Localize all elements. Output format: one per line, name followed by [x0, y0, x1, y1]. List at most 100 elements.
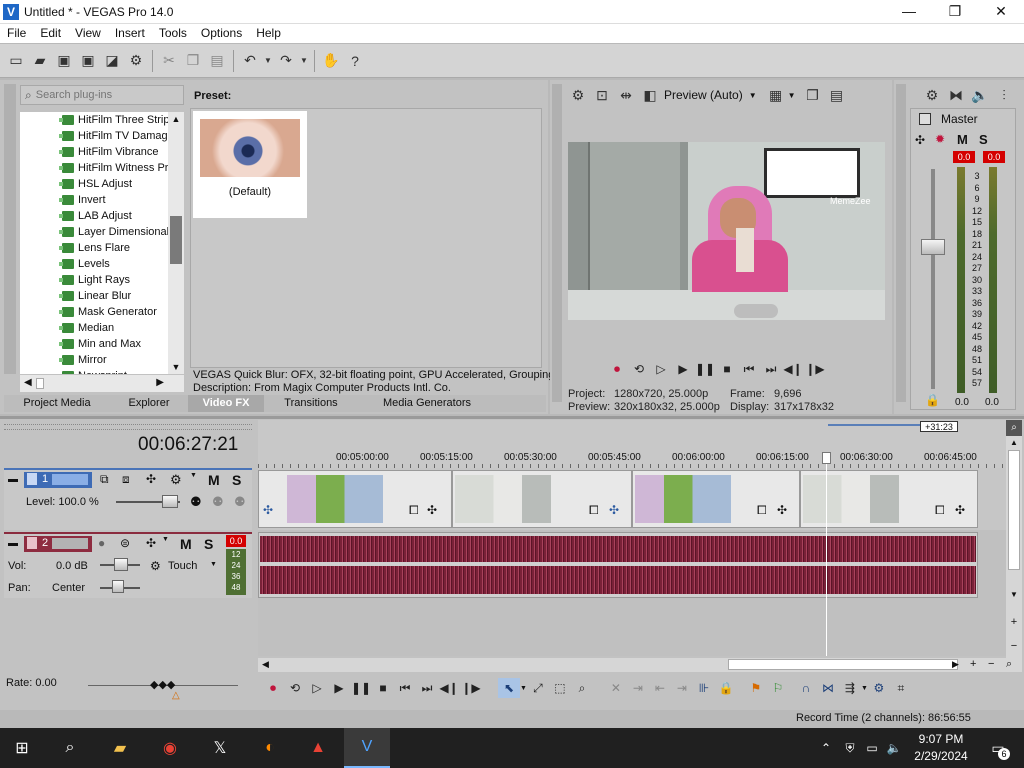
go-to-start-icon[interactable]: ⏮ [738, 359, 760, 379]
master-solo-button[interactable]: S [979, 132, 988, 147]
plugin-list-item[interactable]: HitFilm Vibrance [20, 144, 168, 160]
go-to-end-icon[interactable]: ⏭ [760, 359, 782, 379]
preset-default-thumb[interactable]: (Default) [193, 111, 307, 218]
event-fx-icon[interactable]: ✣ [427, 503, 437, 517]
save-as-icon[interactable]: ▣ [77, 50, 99, 72]
panel-gripper[interactable] [4, 84, 16, 374]
event-fx-icon[interactable]: ✣ [263, 503, 273, 517]
x-twitter-icon[interactable]: 𝕏 [206, 734, 234, 762]
track-fx-icon[interactable]: ✣ [146, 472, 156, 486]
explorer-hand-icon[interactable]: ✋ [320, 50, 342, 72]
loop-playback-icon[interactable]: ⟲ [284, 678, 306, 698]
track-motion-icon[interactable]: ⧈ [122, 472, 130, 487]
overlays-grid-icon[interactable]: ▦ [765, 84, 787, 106]
save-icon[interactable]: ▣ [53, 50, 75, 72]
maximize-button[interactable]: ❐ [932, 0, 978, 24]
plugin-list-item[interactable]: HitFilm Three Strip [20, 112, 168, 128]
chevron-down-icon[interactable]: ▼ [162, 536, 169, 543]
fx-chain-icon[interactable]: ✣ [915, 133, 925, 147]
play-icon[interactable]: ▶ [328, 678, 350, 698]
play-from-start-icon[interactable]: ▷ [306, 678, 328, 698]
mask-composite-icon[interactable]: ⚉ [234, 494, 246, 510]
stop-icon[interactable]: ■ [716, 359, 738, 379]
plugin-list-item[interactable]: HitFilm Witness Pr [20, 160, 168, 176]
loop-region-bar[interactable] [828, 424, 920, 426]
track-minimize-icon[interactable]: ▬ [8, 474, 18, 485]
cut-icon[interactable]: ✂ [158, 50, 180, 72]
selection-tool-icon[interactable]: ⬚ [549, 678, 571, 698]
render-icon[interactable]: ◪ [101, 50, 123, 72]
track-fx-icon[interactable]: ✣ [146, 536, 156, 550]
menu-view[interactable]: View [68, 24, 108, 40]
zoom-tool-icon[interactable]: ⌕ [571, 678, 593, 698]
pause-icon[interactable]: ❚❚ [694, 359, 716, 379]
playhead-handle[interactable] [822, 452, 831, 464]
minimize-button[interactable]: — [886, 0, 932, 24]
menu-options[interactable]: Options [194, 24, 249, 40]
trim-end-icon[interactable]: ⇥ [671, 678, 693, 698]
preview-fx-icon[interactable]: ◧ [639, 84, 661, 106]
trim-start-icon[interactable]: ⇤ [649, 678, 671, 698]
chevron-down-icon[interactable]: ▼ [788, 91, 796, 100]
chevron-down-icon[interactable]: ▼ [520, 685, 527, 692]
go-to-end-icon[interactable]: ⏭ [416, 678, 438, 698]
chrome-icon[interactable]: ◉ [156, 734, 184, 762]
arm-record-icon[interactable]: ● [98, 536, 105, 550]
video-event[interactable]: ⧠ ✣ [632, 470, 800, 528]
file-explorer-icon[interactable]: ▰ [106, 734, 134, 762]
level-slider-thumb[interactable] [162, 495, 178, 508]
zoom-out-icon[interactable]: − [1008, 640, 1020, 654]
pause-icon[interactable]: ❚❚ [350, 678, 372, 698]
delete-icon[interactable]: ✕ [605, 678, 627, 698]
master-mute-button[interactable]: M [957, 132, 968, 147]
windows-start-icon[interactable]: ⊞ [8, 734, 36, 762]
plugin-search-box[interactable]: ⌕ [20, 85, 184, 105]
event-pan-crop-icon[interactable]: ⧠ [409, 503, 419, 518]
audio-mute-button[interactable]: M [180, 536, 192, 552]
new-icon[interactable]: ▭ [5, 50, 27, 72]
trim-icon[interactable]: ⇥ [627, 678, 649, 698]
plugin-list-scrollbar[interactable]: ▲ ▼ [168, 112, 184, 374]
chevron-down-icon[interactable]: ▼ [210, 561, 217, 568]
master-fader-handle[interactable] [921, 239, 945, 255]
zoom-tool-icon[interactable]: ⌕ [1006, 658, 1012, 671]
go-to-start-icon[interactable]: ⏮ [394, 678, 416, 698]
tab-explorer[interactable]: Explorer [110, 395, 188, 412]
menu-help[interactable]: Help [249, 24, 288, 40]
timeline-gripper[interactable] [4, 424, 252, 430]
pan-slider-thumb[interactable] [112, 580, 124, 593]
video-mute-button[interactable]: M [208, 472, 220, 488]
lock-icon[interactable]: 🔒 [715, 678, 737, 698]
automation-mode[interactable]: Touch [168, 560, 197, 572]
clock-time[interactable]: 9:07 PM [912, 732, 970, 746]
properties-icon[interactable]: ⚙ [125, 50, 147, 72]
record-icon[interactable]: ⏺ [262, 678, 284, 698]
event-fx-icon[interactable]: ✣ [955, 503, 965, 517]
compositing-mode-icon[interactable]: ⚙ [170, 472, 182, 488]
child-composite-icon[interactable]: ⚉ [212, 494, 224, 510]
help-icon[interactable]: ? [344, 50, 366, 72]
event-pan-crop-icon[interactable]: ⧠ [589, 503, 599, 518]
lock-envelopes-icon[interactable]: ⚙ [868, 678, 890, 698]
downmix-icon[interactable]: ⧓ [945, 84, 967, 106]
tab-video-fx[interactable]: Video FX [188, 395, 264, 412]
vegas-taskbar-icon[interactable]: V [344, 728, 390, 768]
normal-edit-tool-icon[interactable]: ⬉ [498, 678, 520, 698]
plugin-list-item[interactable]: HSL Adjust [20, 176, 168, 192]
event-fx-icon[interactable]: ✣ [609, 503, 619, 517]
search-icon[interactable]: ⌕ [56, 734, 84, 762]
tab-transitions[interactable]: Transitions [264, 395, 358, 412]
panel-gripper[interactable] [896, 84, 906, 402]
record-icon[interactable]: ⏺ [606, 359, 628, 379]
plugin-list-item[interactable]: Newsprint [20, 368, 168, 374]
snapping-magnet-icon[interactable]: ∩ [795, 678, 817, 698]
next-frame-icon[interactable]: ❙▶ [460, 678, 482, 698]
insert-marker-icon[interactable]: ⚑ [745, 678, 767, 698]
zoom-in-icon[interactable]: + [970, 658, 976, 670]
search-input[interactable] [35, 89, 166, 101]
paste-icon[interactable]: ▤ [206, 50, 228, 72]
chevron-down-icon[interactable]: ▼ [749, 91, 757, 100]
copy-icon[interactable]: ❐ [182, 50, 204, 72]
plugin-list-item[interactable]: HitFilm TV Damage [20, 128, 168, 144]
previous-frame-icon[interactable]: ◀❙ [782, 359, 804, 379]
